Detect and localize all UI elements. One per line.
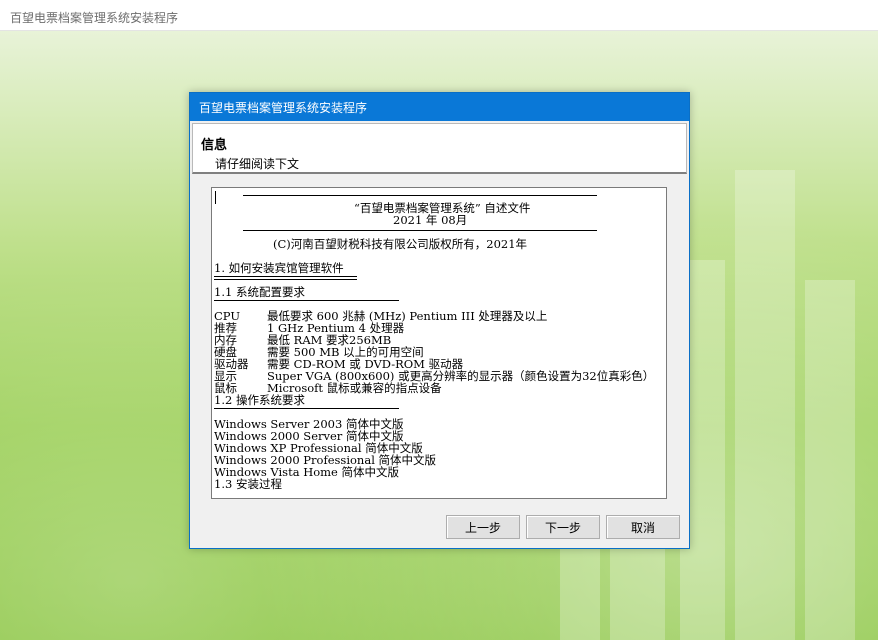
background-building bbox=[735, 170, 795, 640]
dialog-title: 百望电票档案管理系统安装程序 bbox=[199, 101, 368, 115]
readme-textbox[interactable]: “百望电票档案管理系统” 自述文件 2021 年 08月 (C)河南百望财税科技… bbox=[211, 187, 667, 499]
section-heading: 1.1 系统配置要求 bbox=[214, 285, 305, 299]
section-heading: 1. 如何安装宾馆管理软件 bbox=[214, 261, 344, 275]
header-subtitle: 请仔细阅读下文 bbox=[215, 157, 300, 171]
divider bbox=[243, 195, 597, 196]
section-heading: 1.3 安装过程 bbox=[214, 477, 282, 491]
installer-dialog: 百望电票档案管理系统安装程序 信息 请仔细阅读下文 “百望电票档案管理系统” 自… bbox=[189, 92, 690, 549]
header-title: 信息 bbox=[201, 138, 228, 153]
next-button[interactable]: 下一步 bbox=[526, 515, 600, 539]
window-title-bar: 百望电票档案管理系统安装程序 bbox=[0, 0, 878, 31]
divider bbox=[214, 300, 399, 301]
divider bbox=[214, 279, 357, 280]
dialog-header: 信息 请仔细阅读下文 bbox=[192, 123, 687, 174]
window-title: 百望电票档案管理系统安装程序 bbox=[10, 11, 179, 25]
text-caret bbox=[215, 191, 216, 204]
readme-copyright: (C)河南百望财税科技有限公司版权所有，2021年 bbox=[273, 237, 528, 251]
cancel-button[interactable]: 取消 bbox=[606, 515, 680, 539]
back-button[interactable]: 上一步 bbox=[446, 515, 520, 539]
divider bbox=[214, 408, 399, 409]
section-heading: 1.2 操作系统要求 bbox=[214, 393, 305, 407]
divider bbox=[243, 230, 597, 231]
dialog-title-bar[interactable]: 百望电票档案管理系统安装程序 bbox=[190, 93, 689, 121]
readme-date: 2021 年 08月 bbox=[393, 213, 468, 227]
divider bbox=[214, 276, 357, 277]
background-building bbox=[805, 280, 855, 640]
